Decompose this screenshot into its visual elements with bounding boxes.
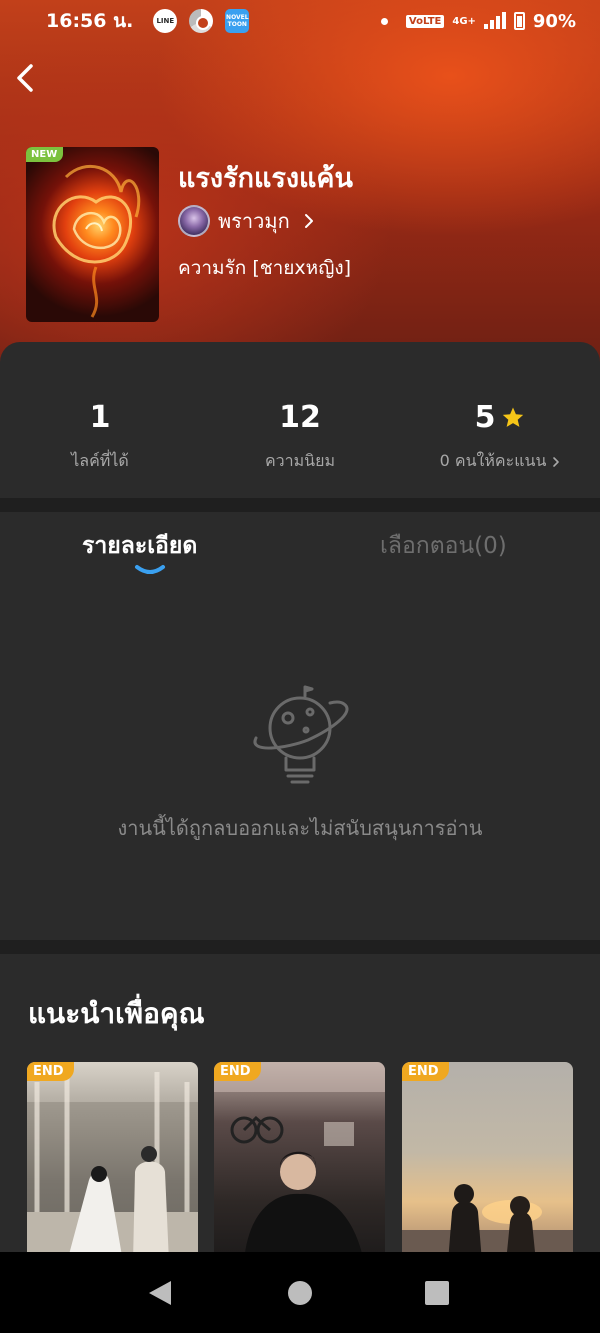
- recommend-card[interactable]: END: [27, 1062, 198, 1262]
- empty-message: งานนี้ได้ถูกลบออกและไม่สนับสนุนการอ่าน: [117, 816, 483, 840]
- author-link[interactable]: พราวมุก: [178, 205, 314, 237]
- active-tab-indicator: [135, 565, 165, 574]
- battery-icon: [513, 12, 525, 30]
- status-bar: 16:56 น. LINE NOVEL TOON VoLTE 4G+ 90%: [0, 0, 600, 42]
- recommend-cover-image: [27, 1072, 198, 1262]
- volte-badge: VoLTE: [405, 14, 445, 28]
- line-app-icon: LINE: [153, 9, 178, 33]
- status-time: 16:56 น.: [46, 10, 134, 32]
- stat-popularity-value: 12: [279, 400, 321, 435]
- book-cover: NEW: [26, 147, 159, 322]
- system-navigation-bar: [0, 1252, 600, 1333]
- noveltoon-app-icon: NOVEL TOON: [225, 9, 250, 33]
- stat-rating-value: 5: [474, 400, 496, 435]
- end-badge: END: [27, 1062, 74, 1081]
- book-genre: ความรัก [ชายxหญิง]: [178, 257, 352, 279]
- section-divider: [0, 940, 600, 954]
- stat-rating[interactable]: 5 0 คนให้คะแนน: [400, 400, 600, 474]
- new-badge: NEW: [26, 147, 64, 162]
- recommend-cover-image: [214, 1062, 385, 1262]
- author-avatar: [178, 205, 210, 237]
- stat-rating-label: 0 คนให้คะแนน: [439, 451, 547, 470]
- battery-level: 90%: [532, 10, 576, 32]
- tab-episodes[interactable]: เลือกตอน(0): [380, 528, 507, 564]
- nav-home-icon[interactable]: [285, 1278, 315, 1308]
- planet-bulb-icon: [253, 685, 349, 784]
- back-arrow-icon: [17, 64, 33, 92]
- book-title: แรงรักแรงแค้น: [178, 163, 353, 194]
- recommend-cover-image: [402, 1184, 573, 1262]
- recommend-card[interactable]: END: [402, 1062, 573, 1262]
- back-button[interactable]: [10, 60, 40, 96]
- end-badge: END: [402, 1062, 449, 1081]
- network-type: 4G+: [452, 15, 476, 27]
- content-panel: 1 ไลค์ที่ได้ 12 ความนิยม 5 0 คนให้คะแนน: [0, 342, 600, 1262]
- tab-details[interactable]: รายละเอียด: [82, 528, 197, 564]
- recommend-card[interactable]: END: [214, 1062, 385, 1262]
- stat-likes-label: ไลค์ที่ได้: [71, 451, 129, 470]
- chevron-right-icon: [304, 214, 313, 228]
- nav-recents-icon[interactable]: [422, 1278, 452, 1308]
- recommend-title: แนะนำเพื่อคุณ: [28, 997, 205, 1030]
- notification-dot-icon: [380, 17, 388, 25]
- chrome-app-icon: [189, 9, 214, 33]
- fire-rose-artwork: [52, 164, 141, 318]
- stats-row: 1 ไลค์ที่ได้ 12 ความนิยม 5 0 คนให้คะแนน: [0, 342, 600, 498]
- star-icon: [503, 407, 524, 427]
- stat-likes-value: 1: [89, 400, 111, 435]
- author-name: พราวมุก: [218, 209, 290, 233]
- stat-likes: 1 ไลค์ที่ได้: [0, 400, 200, 474]
- end-badge: END: [214, 1062, 261, 1081]
- signal-icon: [483, 12, 506, 29]
- nav-back-icon[interactable]: [145, 1278, 175, 1308]
- section-divider: [0, 498, 600, 512]
- chevron-right-icon: [553, 456, 560, 467]
- tab-bar: รายละเอียด เลือกตอน(0): [0, 512, 600, 592]
- stat-popularity: 12 ความนิยม: [200, 400, 400, 474]
- stat-popularity-label: ความนิยม: [264, 451, 336, 470]
